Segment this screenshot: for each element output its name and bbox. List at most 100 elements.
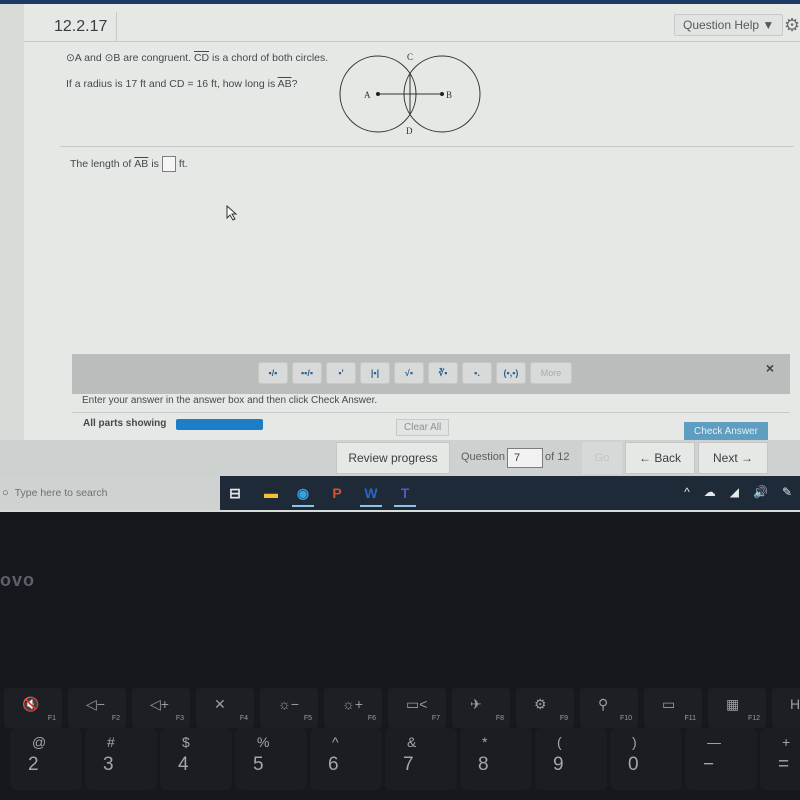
system-tray: ^ ☁ ◢ 🔊 ✎ [684, 485, 792, 499]
chrome-glyph: ◉ [296, 484, 310, 501]
key-label: F8 [495, 715, 504, 722]
fraction-tool-button[interactable]: ▪/▪ [258, 362, 288, 384]
divider [72, 412, 790, 413]
taskbar-search[interactable]: ○ Type here to search [0, 476, 220, 510]
word-icon[interactable]: W [358, 481, 384, 507]
divider [116, 12, 117, 42]
key-5[interactable]: % 5 [235, 728, 307, 790]
active-indicator [360, 505, 382, 507]
laptop-brand-logo: ovo [0, 570, 36, 590]
file-explorer-icon[interactable]: ▬ [258, 481, 284, 505]
teams-icon[interactable]: T [392, 481, 418, 507]
key-f6[interactable]: ☼+ F6 [324, 688, 382, 728]
chrome-icon[interactable]: ◉ [290, 481, 316, 507]
key-shift-label: & [407, 734, 417, 750]
square-root-tool-button[interactable]: √▪ [394, 362, 424, 384]
clear-all-button[interactable]: Clear All [396, 419, 450, 436]
ordered-pair-tool-button[interactable]: (▪,▪) [496, 362, 526, 384]
question-number-input[interactable]: 7 [507, 448, 543, 468]
text: ? [291, 78, 298, 90]
key-f11[interactable]: ▭ F11 [644, 688, 702, 728]
key-label: F10 [619, 715, 632, 722]
back-button[interactable]: ← Back [625, 442, 695, 474]
key-label: 2 [28, 754, 39, 775]
key-label: F2 [111, 715, 120, 722]
file-explorer-glyph: ▬ [264, 485, 278, 501]
task-view-glyph: ⊟ [229, 484, 241, 501]
close-icon[interactable]: × [766, 360, 774, 376]
review-progress-button[interactable]: Review progress [336, 442, 450, 474]
question-total: of 12 [545, 451, 570, 463]
instruction-text: Enter your answer in the answer box and … [82, 395, 378, 406]
key-4[interactable]: $4 [160, 728, 232, 790]
key-label: F4 [239, 715, 248, 722]
key-glyph: ☼− [278, 696, 300, 712]
wifi-icon[interactable]: ◢ [730, 485, 739, 499]
key-label: 4 [178, 754, 189, 775]
question-header: 12.2.17 Question Help ▼ ⚙ [24, 12, 800, 42]
key-6[interactable]: ^ 6 [310, 728, 382, 790]
key-f4[interactable]: ✕ F4 [196, 688, 254, 728]
absolute-value-tool-button[interactable]: |▪| [360, 362, 390, 384]
task-view-icon[interactable]: ⊟ [222, 481, 248, 505]
label-d: D [406, 126, 413, 136]
key-shift-label: $ [182, 734, 190, 750]
key-f3[interactable]: ◁+ F3 [132, 688, 190, 728]
exponent-tool-button[interactable]: ▪' [326, 362, 356, 384]
text: The length of [70, 158, 132, 170]
key-=[interactable]: + = [760, 728, 800, 790]
key-glyph: 🔇 [22, 696, 40, 712]
key-f1[interactable]: 🔇 F1 [4, 688, 62, 728]
next-button[interactable]: Next → [698, 442, 768, 474]
key-shift-label: @ [32, 734, 47, 750]
key-label: F9 [559, 715, 568, 722]
key-label: F6 [367, 715, 376, 722]
key-f10[interactable]: ⚲ F10 [580, 688, 638, 728]
taskbar: ○ Type here to search ⊟ ▬ ◉ P W T ^ ☁ ◢ 🔊 ✎ [0, 476, 800, 510]
subscript-tool-button[interactable]: ▪. [462, 362, 492, 384]
show-hidden-icons-icon[interactable]: ^ [684, 485, 690, 499]
pen-icon[interactable]: ✎ [782, 485, 792, 499]
key-f7[interactable]: ▭< F7 [388, 688, 446, 728]
word-glyph: W [364, 485, 378, 501]
progress-fill [176, 419, 263, 430]
key-9[interactable]: (9 [535, 728, 607, 790]
segment-ab: AB [134, 158, 149, 170]
key-f9[interactable]: ⚙ F9 [516, 688, 574, 728]
more-tools-button[interactable]: More [530, 362, 572, 384]
circles-diagram: A B C D [339, 52, 481, 136]
check-answer-button[interactable]: Check Answer [684, 422, 768, 440]
gear-icon[interactable]: ⚙ [784, 15, 800, 36]
key-glyph: ✕ [214, 696, 226, 712]
key-shift-label: # [107, 734, 115, 750]
onedrive-icon[interactable]: ☁ [704, 485, 716, 499]
section-id: 12.2.17 [54, 18, 108, 35]
key-home[interactable]: Home [772, 688, 800, 728]
question-label: Question [461, 451, 506, 463]
powerpoint-icon[interactable]: P [324, 481, 350, 505]
unit-label: ft. [178, 158, 188, 170]
key-3[interactable]: #3 [85, 728, 157, 790]
key-7[interactable]: & 7 [385, 728, 457, 790]
caret-down-icon: ▼ [762, 18, 775, 32]
key-0[interactable]: ) 0 [610, 728, 682, 790]
key-label: F1 [47, 715, 56, 722]
point-b [440, 92, 444, 96]
text: is [151, 158, 159, 170]
point-a [376, 92, 380, 96]
parts-progress-bar [176, 419, 263, 430]
question-help-button[interactable]: Question Help ▼ [674, 14, 784, 36]
key-8[interactable]: * 8 [460, 728, 532, 790]
key-f2[interactable]: ◁− F2 [68, 688, 126, 728]
key-f8[interactable]: ✈ F8 [452, 688, 510, 728]
key-f12[interactable]: ▦ F12 [708, 688, 766, 728]
key-glyph: ⚙ [534, 696, 547, 712]
go-button[interactable]: Go [582, 442, 622, 474]
key-−[interactable]: — − [685, 728, 757, 790]
answer-input[interactable] [161, 156, 176, 172]
volume-icon[interactable]: 🔊 [753, 485, 768, 499]
mixed-number-tool-button[interactable]: ▪▪/▪ [292, 362, 322, 384]
key-f5[interactable]: ☼− F5 [260, 688, 318, 728]
nth-root-tool-button[interactable]: ∛▪ [428, 362, 458, 384]
key-2[interactable]: @2 [10, 728, 82, 790]
